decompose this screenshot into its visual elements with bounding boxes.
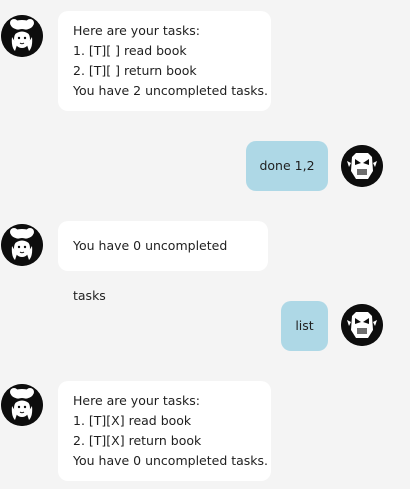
message-line: 1. [T][X] read book [73, 413, 192, 428]
user-message-bubble: list [281, 301, 328, 351]
bot-message-bubble: Here are your tasks: 1. [T][ ] read book… [58, 11, 271, 111]
chef-girl-avatar-icon [1, 15, 43, 57]
bot-message-bubble: Here are your tasks: 1. [T][X] read book… [58, 381, 271, 481]
message-line: 2. [T][X] return book [73, 433, 202, 448]
chef-girl-avatar-icon [1, 224, 43, 266]
message-line: list [295, 318, 314, 333]
message-line: done 1,2 [259, 158, 315, 173]
message-line: 2. [T][ ] return book [73, 63, 197, 78]
message-line: You have 0 uncompleted tasks. [73, 453, 269, 468]
chef-girl-avatar-icon [1, 384, 43, 426]
user-message-bubble: done 1,2 [246, 141, 328, 191]
bot-message-bubble: You have 0 uncompleted tasks [58, 221, 268, 303]
message-line: You have 2 uncompleted tasks. [73, 83, 269, 98]
robot-mask-avatar-icon [341, 145, 383, 187]
message-line: 1. [T][ ] read book [73, 43, 187, 58]
message-line: Here are your tasks: [73, 393, 200, 408]
robot-mask-avatar-icon [341, 304, 383, 346]
message-line: Here are your tasks: [73, 23, 200, 38]
message-line: You have 0 uncompleted tasks [73, 238, 228, 303]
